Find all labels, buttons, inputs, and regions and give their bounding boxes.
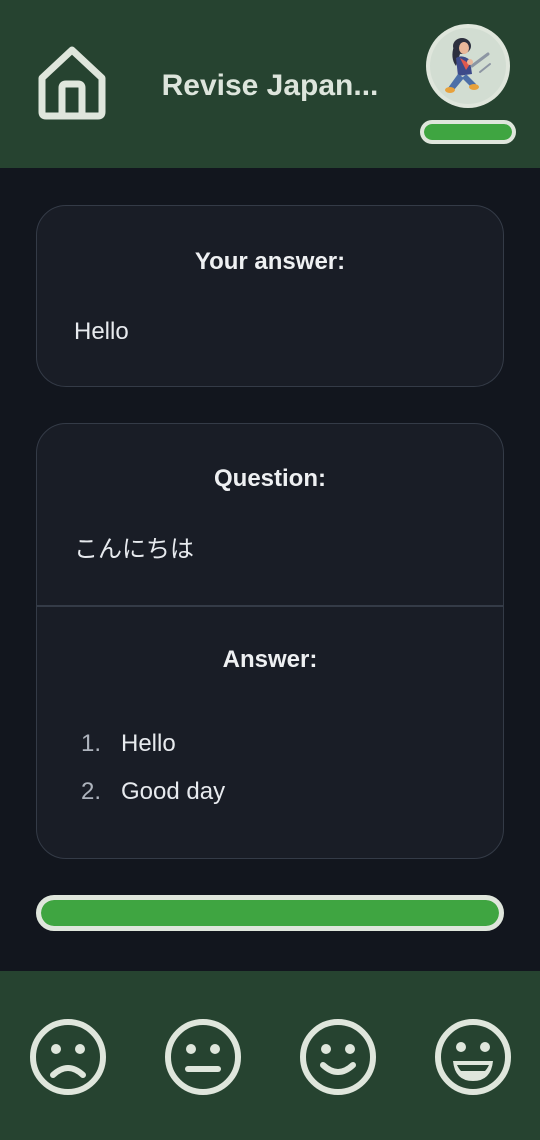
answer-heading: Answer:	[222, 646, 318, 673]
list-text: Good day	[121, 778, 226, 805]
smile-face-icon	[300, 1019, 376, 1095]
flashcard: Question: こんにちは Answer: 1. Hello 2. Good d…	[36, 423, 504, 859]
list-text: Hello	[121, 730, 176, 757]
sad-face-icon	[30, 1019, 106, 1095]
deck-progress-fill	[41, 900, 499, 926]
home-button[interactable]	[36, 44, 108, 120]
answer-list: 1. Hello 2. Good day	[81, 724, 225, 820]
avatar[interactable]	[426, 24, 510, 108]
list-number: 2.	[81, 778, 102, 805]
deck-progress-bar	[36, 895, 504, 931]
deck-title: Revise Japan...	[161, 69, 379, 102]
question-text: こんにちは	[74, 536, 194, 563]
rating-bar	[0, 971, 540, 1140]
user-avatar-illustration	[445, 38, 491, 93]
list-item: 2. Good day	[81, 772, 225, 820]
your-answer-text: Hello	[74, 318, 129, 345]
home-icon	[38, 46, 106, 120]
app-header: Revise Japan...	[0, 0, 540, 168]
session-progress-fill	[424, 124, 512, 140]
neutral-face-icon	[165, 1019, 241, 1095]
your-answer-card: Your answer: Hello	[36, 205, 504, 387]
question-heading: Question:	[214, 465, 326, 492]
rate-hard-button[interactable]	[163, 1017, 243, 1097]
your-answer-heading: Your answer:	[194, 248, 346, 275]
rate-good-button[interactable]	[298, 1017, 378, 1097]
rate-again-button[interactable]	[28, 1017, 108, 1097]
rate-easy-button[interactable]	[433, 1017, 513, 1097]
list-number: 1.	[81, 730, 102, 757]
session-progress-bar	[420, 120, 516, 144]
grin-face-icon	[435, 1019, 511, 1095]
list-item: 1. Hello	[81, 724, 225, 772]
card-divider	[37, 605, 503, 607]
